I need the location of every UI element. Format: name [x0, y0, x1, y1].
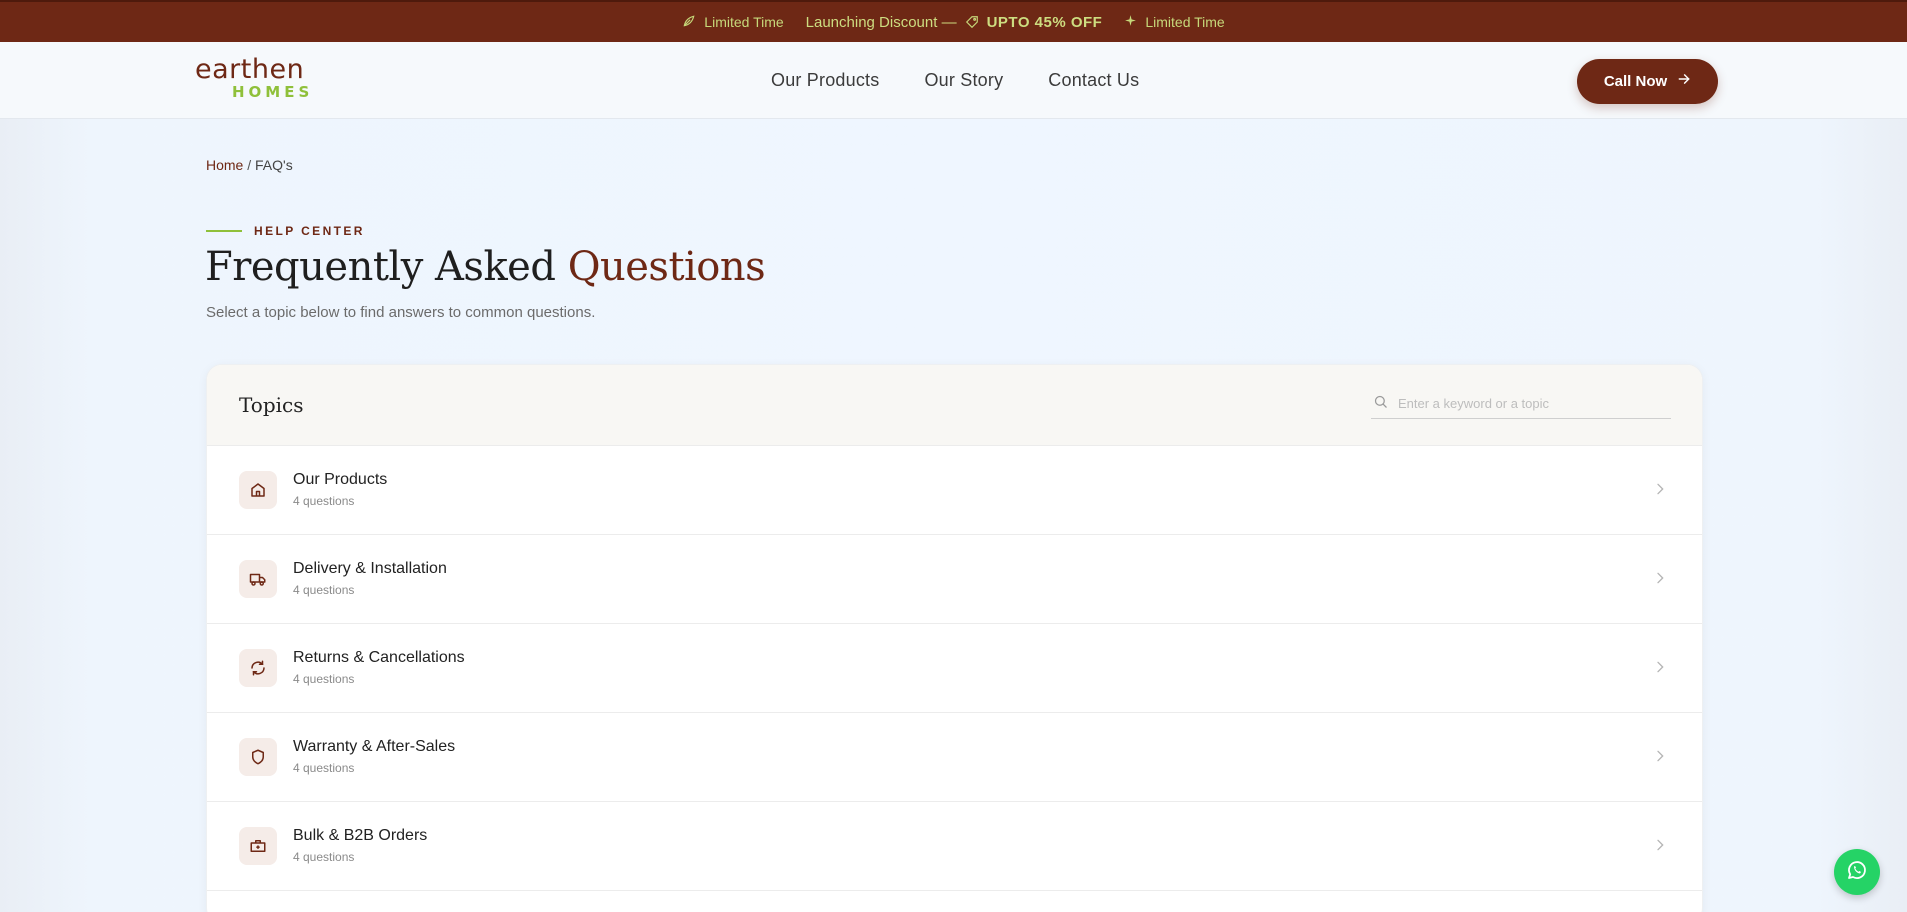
- call-now-button[interactable]: Call Now: [1577, 59, 1718, 104]
- briefcase-icon: [239, 827, 277, 865]
- whatsapp-icon: [1845, 858, 1869, 887]
- search-icon: [1373, 394, 1388, 414]
- chevron-right-icon: [1652, 659, 1668, 680]
- site-header: earthen HOMES Our Products Our Story Con…: [0, 42, 1907, 119]
- eyebrow-line: [206, 230, 242, 232]
- title-plain: Frequently Asked: [205, 244, 556, 290]
- breadcrumb: Home / FAQ's: [206, 157, 293, 173]
- topics-card-header: Topics: [207, 365, 1702, 446]
- promo-left-label: Limited Time: [704, 14, 784, 30]
- topic-row[interactable]: Warranty & After-Sales 4 questions: [207, 713, 1702, 802]
- chevron-right-icon: [1652, 748, 1668, 769]
- chevron-right-icon: [1652, 570, 1668, 591]
- topic-text: Returns & Cancellations 4 questions: [293, 648, 465, 686]
- nav-our-story[interactable]: Our Story: [924, 70, 1003, 91]
- topic-name: Warranty & After-Sales: [293, 738, 456, 755]
- whatsapp-button[interactable]: [1834, 849, 1880, 895]
- nav-our-products[interactable]: Our Products: [771, 70, 879, 91]
- truck-icon: [239, 560, 277, 598]
- breadcrumb-separator: /: [247, 157, 252, 173]
- breadcrumb-current: FAQ's: [255, 157, 293, 173]
- nav-contact-us[interactable]: Contact Us: [1048, 70, 1139, 91]
- topics-title: Topics: [239, 393, 304, 417]
- promo-bar: Limited Time Launching Discount — UPTO 4…: [0, 0, 1907, 42]
- topic-count: 4 questions: [293, 850, 355, 864]
- page-subtitle: Select a topic below to find answers to …: [206, 304, 596, 321]
- promo-offer-text: UPTO 45% OFF: [986, 13, 1103, 31]
- sparkle-icon: [1124, 14, 1137, 30]
- topics-card: Topics Our Products 4 questions Delivery…: [206, 364, 1703, 912]
- eyebrow: HELP CENTER: [206, 224, 365, 238]
- search-input[interactable]: [1398, 396, 1658, 411]
- promo-right-label: Limited Time: [1145, 14, 1225, 30]
- topic-name: Our Products: [293, 471, 388, 488]
- main-nav: Our Products Our Story Contact Us: [771, 70, 1139, 91]
- topic-count: 4 questions: [293, 761, 355, 775]
- arrow-right-icon: [1677, 72, 1691, 91]
- topic-count: 4 questions: [293, 583, 355, 597]
- logo-line1: earthen: [195, 54, 305, 85]
- breadcrumb-home[interactable]: Home: [206, 157, 243, 173]
- page-title: Frequently Asked Questions: [205, 244, 766, 290]
- topic-name: Delivery & Installation: [293, 560, 447, 577]
- topic-text: Warranty & After-Sales 4 questions: [293, 737, 455, 775]
- brand-logo[interactable]: earthen HOMES: [195, 54, 315, 101]
- home-icon: [239, 471, 277, 509]
- tag-icon: [965, 15, 979, 29]
- topic-text: Delivery & Installation 4 questions: [293, 559, 447, 597]
- chevron-right-icon: [1652, 481, 1668, 502]
- topic-row[interactable]: Delivery & Installation 4 questions: [207, 535, 1702, 624]
- topic-text: Bulk & B2B Orders 4 questions: [293, 826, 427, 864]
- topic-row[interactable]: Bulk & B2B Orders 4 questions: [207, 802, 1702, 891]
- leaf-icon: [682, 14, 696, 31]
- topic-row[interactable]: Our Products 4 questions: [207, 446, 1702, 535]
- topic-row[interactable]: Returns & Cancellations 4 questions: [207, 624, 1702, 713]
- topic-name: Returns & Cancellations: [293, 649, 465, 666]
- promo-discount-text: Launching Discount —: [805, 13, 957, 31]
- eyebrow-label: HELP CENTER: [254, 224, 365, 238]
- topic-count: 4 questions: [293, 494, 355, 508]
- shield-icon: [239, 738, 277, 776]
- logo-line2: HOMES: [232, 83, 314, 101]
- refresh-icon: [239, 649, 277, 687]
- topic-text: Our Products 4 questions: [293, 470, 387, 508]
- topic-count: 4 questions: [293, 672, 355, 686]
- search-box: [1371, 389, 1671, 419]
- call-now-label: Call Now: [1603, 73, 1668, 90]
- chevron-right-icon: [1652, 837, 1668, 858]
- title-accent: Questions: [567, 244, 766, 290]
- topic-name: Bulk & B2B Orders: [293, 827, 428, 844]
